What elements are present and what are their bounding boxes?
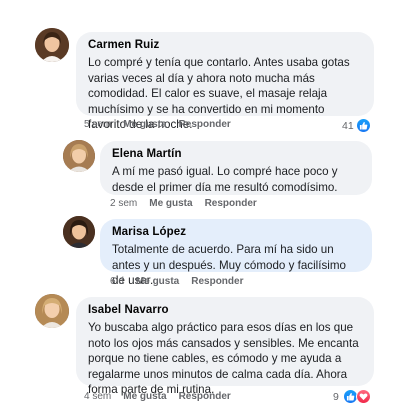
reply-button[interactable]: Responder <box>205 198 257 209</box>
comment-bubble: Isabel Navarro Yo buscaba algo práctico … <box>76 297 374 396</box>
comment-actions: 6 d Me gusta Responder <box>110 276 243 287</box>
comment-bubble-highlighted: Marisa López Totalmente de acuerdo. Para… <box>100 219 372 287</box>
reaction-count: 41 <box>342 119 354 132</box>
like-icon <box>355 118 371 133</box>
comment-text: A mí me pasó igual. Lo compré hace poco … <box>112 165 338 194</box>
reply-button[interactable]: Responder <box>191 276 243 287</box>
reaction-count: 9 <box>333 390 339 403</box>
avatar[interactable] <box>35 28 69 62</box>
comment-time[interactable]: 6 d <box>110 276 124 287</box>
comment-author[interactable]: Isabel Navarro <box>88 304 362 316</box>
comment-bubble: Carmen Ruiz Lo compré y tenía que contar… <box>76 32 374 131</box>
comment-author[interactable]: Carmen Ruiz <box>88 39 362 51</box>
reply-button[interactable]: Responder <box>179 119 231 130</box>
like-button[interactable]: Me gusta <box>123 119 166 130</box>
love-icon <box>355 389 371 404</box>
avatar[interactable] <box>35 294 69 328</box>
comment-actions: 4 sem Me gusta Responder <box>84 391 231 402</box>
comment-actions: 5 sem Me gusta Responder <box>84 119 231 130</box>
avatar[interactable] <box>63 140 95 172</box>
like-button[interactable]: Me gusta <box>123 391 166 402</box>
reply-button[interactable]: Responder <box>179 391 231 402</box>
comment-actions: 2 sem Me gusta Responder <box>110 198 257 209</box>
comment-time[interactable]: 5 sem <box>84 119 111 130</box>
comment-author[interactable]: Elena Martín <box>112 148 360 160</box>
comment-author[interactable]: Marisa López <box>112 226 360 238</box>
comment-text: Yo buscaba algo práctico para esos días … <box>88 321 359 397</box>
reaction-summary[interactable]: 41 <box>342 118 371 133</box>
reaction-summary[interactable]: 9 <box>333 389 371 404</box>
like-button[interactable]: Me gusta <box>136 276 179 287</box>
avatar[interactable] <box>63 216 95 248</box>
like-button[interactable]: Me gusta <box>149 198 192 209</box>
comment-time[interactable]: 4 sem <box>84 391 111 402</box>
comment-bubble: Elena Martín A mí me pasó igual. Lo comp… <box>100 141 372 195</box>
comment-time[interactable]: 2 sem <box>110 198 137 209</box>
